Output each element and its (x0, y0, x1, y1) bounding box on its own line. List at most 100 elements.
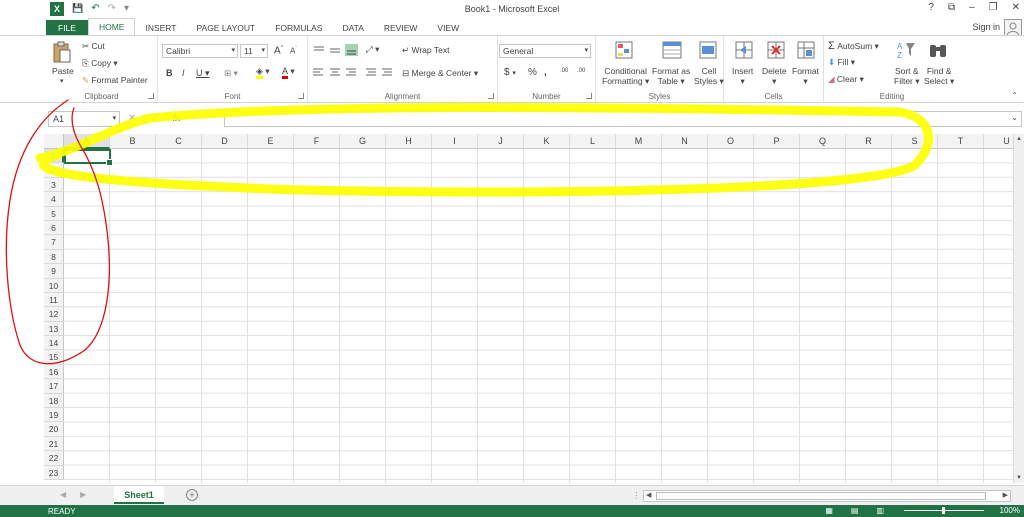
row-header[interactable]: 8 (44, 249, 64, 265)
comma-button[interactable]: , (544, 67, 547, 78)
column-header[interactable]: H (386, 134, 432, 149)
vertical-align-icons[interactable] (312, 44, 368, 56)
enter-icon[interactable]: ✓ (150, 113, 158, 124)
scroll-down-icon[interactable]: ▼ (1016, 475, 1022, 481)
insert-cells-button[interactable]: Insert ▾ (732, 66, 753, 86)
name-box[interactable]: A1 ▾ (48, 111, 120, 127)
column-header[interactable]: J (478, 134, 524, 149)
format-cells-button[interactable]: Format ▾ (792, 66, 819, 86)
borders-button[interactable]: ⊞ ▾ (224, 68, 238, 79)
row-header[interactable]: 16 (44, 364, 64, 380)
cut-button[interactable]: ✂ Cut (82, 41, 105, 52)
add-sheet-button[interactable]: + (186, 489, 198, 501)
column-header[interactable]: G (340, 134, 386, 149)
horizontal-scroll-thumb[interactable] (656, 492, 986, 500)
column-header[interactable]: F (294, 134, 340, 149)
font-name-select[interactable]: Calibri ▾ (162, 44, 238, 58)
prev-sheet-icon[interactable]: ◀ (60, 490, 66, 499)
tab-page-layout[interactable]: PAGE LAYOUT (186, 20, 265, 36)
fill-color-button[interactable]: ◈ ▾ (256, 66, 270, 79)
tab-insert[interactable]: INSERT (135, 20, 186, 36)
column-header[interactable]: T (938, 134, 984, 149)
row-header[interactable]: 23 (44, 465, 64, 480)
column-header[interactable]: B (110, 134, 156, 149)
insert-function-icon[interactable]: fx (173, 113, 181, 124)
bold-button[interactable]: B (166, 68, 173, 78)
column-header[interactable]: S (892, 134, 938, 149)
row-header[interactable]: 21 (44, 436, 64, 452)
column-header[interactable]: K (524, 134, 570, 149)
zoom-slider-knob[interactable] (942, 507, 945, 514)
grow-font-button[interactable]: A^ (274, 45, 283, 56)
sort-filter-button[interactable]: Sort & Filter ▾ (894, 66, 920, 86)
percent-button[interactable]: % (528, 67, 537, 78)
ribbon-display-options-icon[interactable]: ⧉ (948, 2, 955, 13)
scroll-up-icon[interactable]: ▲ (1016, 136, 1022, 142)
conditional-formatting-button[interactable]: Conditional Formatting ▾ (602, 66, 649, 86)
orientation-button[interactable]: ⤢ ▾ (366, 44, 379, 55)
row-header[interactable]: 12 (44, 307, 64, 322)
decrease-decimal-button[interactable]: .00 (577, 68, 585, 74)
row-header[interactable]: 2 (44, 163, 64, 178)
column-header[interactable]: M (616, 134, 662, 149)
font-launcher-icon[interactable] (298, 93, 304, 99)
page-break-view-icon[interactable]: ▥ (876, 506, 884, 515)
row-header[interactable]: 5 (44, 206, 64, 221)
row-header[interactable]: 6 (44, 220, 64, 236)
cancel-icon[interactable]: ✕ (128, 113, 136, 124)
tab-data[interactable]: DATA (332, 20, 373, 36)
horizontal-scrollbar[interactable]: ◀ ▶ (643, 490, 1011, 502)
maximize-button[interactable]: ❐ (989, 2, 998, 13)
column-header[interactable]: O (708, 134, 754, 149)
tab-file[interactable]: FILE (46, 20, 88, 36)
paste-dropdown-icon[interactable]: ▾ (60, 77, 64, 85)
worksheet-grid[interactable]: A B C D E F G H I J K L M N O P Q R S T … (44, 134, 1014, 483)
zoom-level[interactable]: 100% (1000, 506, 1020, 515)
row-header[interactable]: 22 (44, 451, 64, 466)
column-header[interactable]: R (846, 134, 892, 149)
sign-in-link[interactable]: Sign in (972, 22, 1000, 32)
font-size-select[interactable]: 11 ▾ (240, 44, 268, 58)
tab-home[interactable]: HOME (87, 18, 136, 36)
row-header[interactable]: 4 (44, 192, 64, 207)
row-header[interactable]: 14 (44, 336, 64, 351)
column-header[interactable]: N (662, 134, 708, 149)
sheet-tab[interactable]: Sheet1 (114, 486, 164, 504)
paste-button[interactable]: Paste (52, 66, 74, 76)
copy-button[interactable]: ⎘ Copy ▾ (82, 58, 118, 69)
vertical-scrollbar[interactable]: ▲ ▼ (1013, 134, 1024, 483)
column-header[interactable]: E (248, 134, 294, 149)
alignment-launcher-icon[interactable] (488, 93, 494, 99)
row-header[interactable]: 20 (44, 422, 64, 437)
format-as-table-button[interactable]: Format as Table ▾ (652, 66, 690, 86)
row-header[interactable]: 15 (44, 350, 64, 365)
column-header[interactable]: Q (800, 134, 846, 149)
scroll-right-icon[interactable]: ▶ (1003, 491, 1008, 501)
delete-cells-button[interactable]: Delete ▾ (762, 66, 787, 86)
collapse-ribbon-icon[interactable]: ⌃ (1011, 91, 1018, 100)
row-header[interactable]: 10 (44, 278, 64, 293)
merge-center-button[interactable]: ⊟ Merge & Center ▾ (402, 68, 478, 79)
currency-button[interactable]: $ ▾ (504, 67, 516, 78)
format-painter-button[interactable]: ✎ Format Painter (82, 75, 148, 86)
close-button[interactable]: ✕ (1012, 2, 1020, 13)
horizontal-align-icons[interactable] (312, 67, 400, 79)
column-header[interactable]: P (754, 134, 800, 149)
row-header[interactable]: 13 (44, 321, 64, 337)
normal-view-icon[interactable]: ▦ (825, 506, 833, 515)
wrap-text-button[interactable]: ↵ Wrap Text (402, 45, 449, 56)
autosum-button[interactable]: Σ AutoSum ▾ (828, 40, 879, 52)
minimize-button[interactable]: – (969, 2, 975, 13)
increase-decimal-button[interactable]: .00 (560, 68, 568, 74)
row-header[interactable]: 17 (44, 379, 64, 394)
expand-formula-bar-icon[interactable]: ⌄ (1011, 113, 1018, 122)
tab-review[interactable]: REVIEW (374, 20, 428, 36)
find-select-button[interactable]: Find & Select ▾ (924, 66, 954, 86)
column-header[interactable]: I (432, 134, 478, 149)
column-header[interactable]: C (156, 134, 202, 149)
column-header[interactable]: D (202, 134, 248, 149)
row-header[interactable]: 11 (44, 292, 64, 308)
next-sheet-icon[interactable]: ▶ (80, 490, 86, 499)
column-header[interactable]: U (984, 134, 1014, 149)
fill-button[interactable]: ⬇ Fill ▾ (828, 57, 855, 68)
